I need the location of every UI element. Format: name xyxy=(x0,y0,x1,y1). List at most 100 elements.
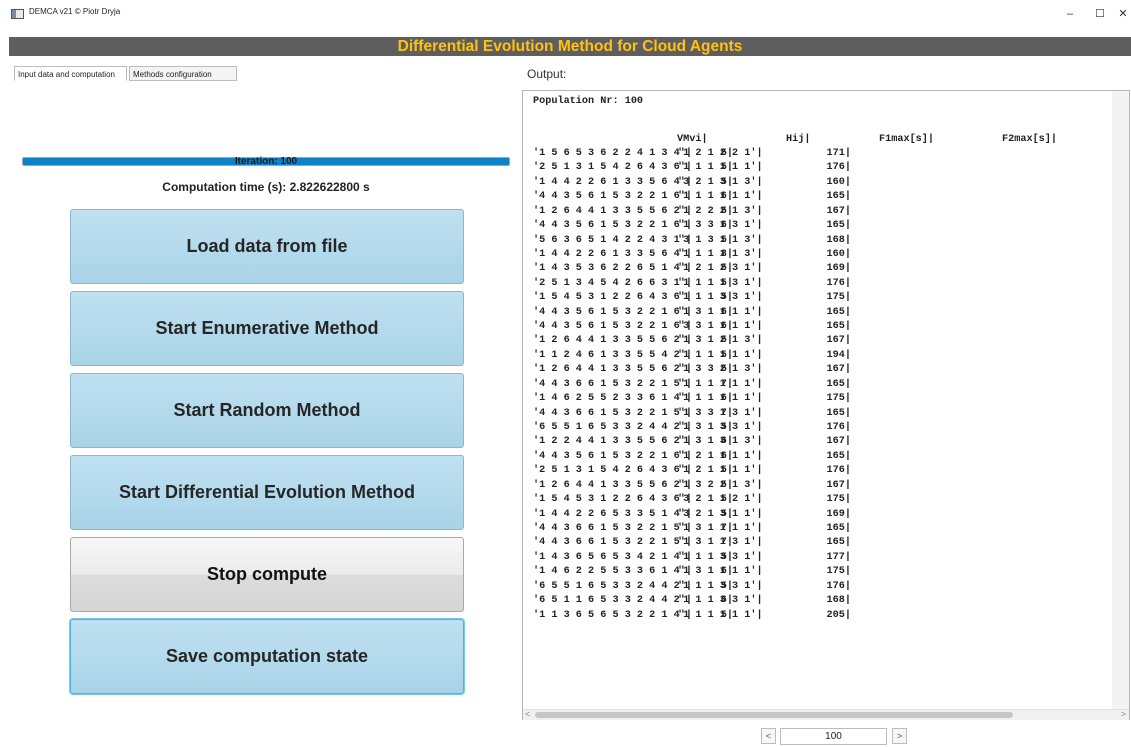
previous-page-button[interactable]: < xyxy=(761,728,776,744)
horizontal-scrollbar[interactable]: < > xyxy=(523,709,1129,720)
output-row: '4 4 3 6 6 1 5 3 2 2 1 5'| '1 3 3 1 3 1'|… xyxy=(533,407,1113,421)
output-row: '4 4 3 5 6 1 5 3 2 2 1 6'| '1 3 1 1 1 1'|… xyxy=(533,306,1113,320)
vm-vector-cell: '1 4 4 2 2 6 5 3 3 5 1 4'| xyxy=(533,508,692,520)
column-header-vmvi: VMvi| xyxy=(677,134,708,145)
vm-vector-cell: '6 5 1 1 6 5 3 3 2 4 4 2'| xyxy=(533,595,692,607)
output-row: '1 4 4 2 2 6 1 3 3 5 6 4'| '3 2 1 3 1 3'|… xyxy=(533,176,1113,190)
close-button[interactable]: ✕ xyxy=(1108,7,1131,21)
f2max-cell: 165| xyxy=(826,522,851,534)
load-data-button[interactable]: Load data from file xyxy=(70,209,464,284)
f1max-cell: 5| xyxy=(720,508,733,520)
app-header: Differential Evolution Method for Cloud … xyxy=(9,37,1131,56)
next-page-button[interactable]: > xyxy=(892,728,907,744)
output-row: '6 5 1 1 6 5 3 3 2 4 4 2'| '1 1 1 3 3 1'|… xyxy=(533,594,1113,608)
vm-vector-cell: '1 4 3 6 5 6 5 3 4 2 1 4'| xyxy=(533,551,692,563)
f1max-cell: 6| xyxy=(720,450,733,462)
f1max-cell: 5| xyxy=(720,364,733,376)
f1max-cell: 5| xyxy=(720,162,733,174)
output-row: '4 4 3 5 6 1 5 3 2 2 1 6'| '1 1 1 1 1 1'|… xyxy=(533,190,1113,204)
vm-vector-cell: '6 5 5 1 6 5 3 3 2 4 4 2'| xyxy=(533,580,692,592)
f2max-cell: 175| xyxy=(826,494,851,506)
vm-vector-cell: '4 4 3 6 6 1 5 3 2 2 1 5'| xyxy=(533,522,692,534)
output-row: '1 1 3 6 5 6 5 3 2 2 1 4'| '1 1 1 1 1 1'|… xyxy=(533,609,1113,623)
f1max-cell: 6| xyxy=(720,595,733,607)
output-row: '1 1 2 4 6 1 3 3 5 5 4 2'| '1 1 1 1 1 1'|… xyxy=(533,349,1113,363)
scroll-right-icon[interactable]: > xyxy=(1121,709,1126,719)
stop-compute-button[interactable]: Stop compute xyxy=(70,537,464,612)
f2max-cell: 175| xyxy=(826,393,851,405)
output-row: '1 4 3 6 5 6 5 3 4 2 1 4'| '1 1 1 3 3 1'|… xyxy=(533,551,1113,565)
column-header-f1max: F1max[s]| xyxy=(879,134,935,145)
f2max-cell: 168| xyxy=(826,595,851,607)
output-row: '4 4 3 5 6 1 5 3 2 2 1 6'| '3 3 1 1 1 1'|… xyxy=(533,320,1113,334)
tab-methods-configuration[interactable]: Methods configuration xyxy=(129,66,237,81)
vm-vector-cell: '2 5 1 3 1 5 4 2 6 4 3 6'| xyxy=(533,465,692,477)
vm-vector-cell: '2 5 1 3 4 5 4 2 6 6 3 1'| xyxy=(533,277,692,289)
f2max-cell: 165| xyxy=(826,378,851,390)
vm-vector-cell: '1 2 6 4 4 1 3 3 5 5 6 2'| xyxy=(533,479,692,491)
iteration-progress-label: Iteration: 100 xyxy=(234,156,298,167)
output-row: '1 5 4 5 3 1 2 2 6 4 3 6'| '3 2 1 1 2 1'|… xyxy=(533,493,1113,507)
minimize-button[interactable]: – xyxy=(1055,7,1085,21)
start-random-method-button[interactable]: Start Random Method xyxy=(70,373,464,448)
f2max-cell: 194| xyxy=(826,349,851,361)
vm-vector-cell: '4 4 3 5 6 1 5 3 2 2 1 6'| xyxy=(533,306,692,318)
scroll-left-icon[interactable]: < xyxy=(525,709,530,719)
population-number-input[interactable]: 100 xyxy=(780,728,887,745)
vm-vector-cell: '1 4 4 2 2 6 1 3 3 5 6 4'| xyxy=(533,248,692,260)
f1max-cell: 6| xyxy=(720,220,733,232)
f2max-cell: 176| xyxy=(826,465,851,477)
vertical-scrollbar[interactable] xyxy=(1112,91,1129,709)
output-label: Output: xyxy=(527,67,567,81)
f1max-cell: 5| xyxy=(720,148,733,159)
f1max-cell: 6| xyxy=(720,306,733,318)
output-row: '1 2 6 4 4 1 3 3 5 5 6 2'| '1 3 1 2 1 3'|… xyxy=(533,334,1113,348)
vm-vector-cell: '1 1 2 4 6 1 3 3 5 5 4 2'| xyxy=(533,349,692,361)
output-row: '4 4 3 5 6 1 5 3 2 2 1 6'| '1 2 1 1 1 1'|… xyxy=(533,450,1113,464)
output-row: '1 4 6 2 5 5 2 3 3 6 1 4'| '1 1 1 1 1 1'|… xyxy=(533,392,1113,406)
output-row: '1 4 3 5 3 6 2 2 6 5 1 4'| '1 2 1 2 3 1'|… xyxy=(533,262,1113,276)
output-row: '1 4 4 2 2 6 1 3 3 5 6 4'| '1 1 1 1 1 3'|… xyxy=(533,248,1113,262)
f2max-cell: 167| xyxy=(826,335,851,347)
output-row: '2 5 1 3 1 5 4 2 6 4 3 6'| '1 1 1 1 1 1'|… xyxy=(533,161,1113,175)
tab-input-data-and-computation[interactable]: Input data and computation xyxy=(14,66,127,81)
output-row: '1 2 6 4 4 1 3 3 5 5 6 2'| '1 2 2 2 1 3'|… xyxy=(533,205,1113,219)
column-header-hij: Hij| xyxy=(786,134,811,145)
horizontal-scroll-thumb[interactable] xyxy=(535,712,1013,718)
f1max-cell: 5| xyxy=(720,205,733,217)
f1max-cell: 6| xyxy=(720,393,733,405)
f1max-cell: 6| xyxy=(720,321,733,333)
vm-vector-cell: '4 4 3 5 6 1 5 3 2 2 1 6'| xyxy=(533,220,692,232)
f1max-cell: 5| xyxy=(720,465,733,477)
f1max-cell: 6| xyxy=(720,191,733,203)
vm-vector-cell: '2 5 1 3 1 5 4 2 6 4 3 6'| xyxy=(533,162,692,174)
output-row: '1 5 6 5 3 6 2 2 4 1 3 4'| '1 2 1 2 2 1'|… xyxy=(533,147,1113,161)
vm-vector-cell: '1 2 6 4 4 1 3 3 5 5 6 2'| xyxy=(533,335,692,347)
f1max-cell: 7| xyxy=(720,378,733,390)
f2max-cell: 165| xyxy=(826,537,851,549)
f1max-cell: 5| xyxy=(720,479,733,491)
vm-vector-cell: '1 5 4 5 3 1 2 2 6 4 3 6'| xyxy=(533,494,692,506)
app-header-title: Differential Evolution Method for Cloud … xyxy=(397,38,743,55)
f1max-cell: 5| xyxy=(720,494,733,506)
output-row: '1 2 2 4 4 1 3 3 5 5 6 2'| '1 3 1 3 1 3'|… xyxy=(533,435,1113,449)
f1max-cell: 5| xyxy=(720,292,733,304)
output-row: '5 6 3 6 5 1 4 2 2 4 3 1'| '3 1 3 1 1 3'|… xyxy=(533,234,1113,248)
output-row: '6 5 5 1 6 5 3 3 2 4 4 2'| '1 1 1 3 3 1'|… xyxy=(533,580,1113,594)
f1max-cell: 7| xyxy=(720,537,733,549)
vm-vector-cell: '1 2 6 4 4 1 3 3 5 5 6 2'| xyxy=(533,364,692,376)
f2max-cell: 165| xyxy=(826,407,851,419)
vm-vector-cell: '1 1 3 6 5 6 5 3 2 2 1 4'| xyxy=(533,609,692,621)
start-enumerative-method-button[interactable]: Start Enumerative Method xyxy=(70,291,464,366)
output-row: '1 2 6 4 4 1 3 3 5 5 6 2'| '1 3 3 2 1 3'|… xyxy=(533,363,1113,377)
vm-vector-cell: '4 4 3 6 6 1 5 3 2 2 1 5'| xyxy=(533,407,692,419)
f2max-cell: 176| xyxy=(826,580,851,592)
f1max-cell: 5| xyxy=(720,335,733,347)
f2max-cell: 175| xyxy=(826,566,851,578)
save-computation-state-button[interactable]: Save computation state xyxy=(70,619,464,694)
f1max-cell: 5| xyxy=(720,176,733,188)
start-differential-evolution-button[interactable]: Start Differential Evolution Method xyxy=(70,455,464,530)
f2max-cell: 167| xyxy=(826,436,851,448)
vm-vector-cell: '6 5 5 1 6 5 3 3 2 4 4 2'| xyxy=(533,422,692,434)
f1max-cell: 5| xyxy=(720,551,733,563)
